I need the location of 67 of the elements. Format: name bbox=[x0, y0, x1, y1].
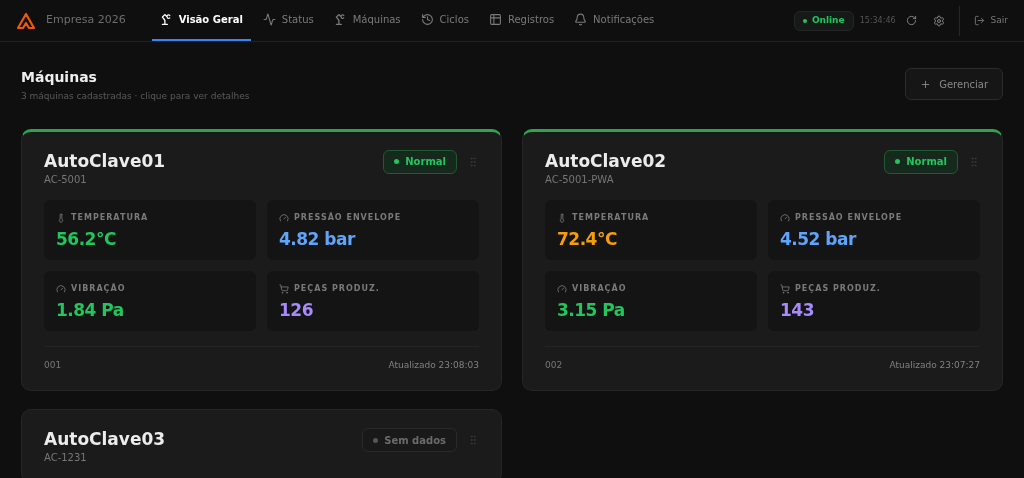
settings-icon[interactable] bbox=[932, 14, 945, 27]
metric-label: TEMPERATURA bbox=[71, 211, 149, 224]
manage-button[interactable]: Gerenciar bbox=[905, 68, 1003, 100]
machine-name: AutoClave02 bbox=[545, 149, 667, 172]
robot-arm-icon bbox=[333, 13, 347, 26]
machine-code: AC-1231 bbox=[44, 452, 88, 464]
bell-icon bbox=[574, 13, 588, 26]
brand-name: Empresa 2026 bbox=[46, 12, 126, 29]
metric-value: 3.15 Pa bbox=[557, 298, 626, 322]
table-icon bbox=[488, 13, 502, 26]
drag-handle-icon[interactable] bbox=[968, 155, 980, 168]
gauge-icon bbox=[557, 283, 567, 294]
drag-handle-icon[interactable] bbox=[467, 434, 479, 446]
machine-card[interactable]: AutoClave03 AC-1231 Sem dados bbox=[21, 409, 502, 478]
metric-label: PEÇAS PRODUZ. bbox=[795, 282, 881, 295]
nav-tab[interactable]: Registros bbox=[480, 0, 563, 41]
metric-value: 143 bbox=[780, 298, 815, 322]
logout-button[interactable]: Sair bbox=[973, 13, 1008, 28]
metric-label: VIBRAÇÃO bbox=[71, 282, 126, 295]
drag-handle-icon[interactable] bbox=[467, 155, 479, 168]
logout-icon bbox=[973, 15, 985, 26]
metric-value: 4.82 bar bbox=[279, 227, 357, 251]
cart-icon bbox=[279, 283, 289, 294]
machine-code: AC-5001-PWA bbox=[545, 173, 615, 186]
metric-label: PEÇAS PRODUZ. bbox=[294, 282, 380, 295]
machine-name: AutoClave03 bbox=[44, 428, 166, 450]
nav-tab[interactable]: Status bbox=[254, 0, 322, 41]
status-badge: Sem dados bbox=[362, 428, 457, 452]
metric-value: 72.4°C bbox=[557, 227, 618, 251]
status-badge: Normal bbox=[884, 149, 958, 174]
machine-name: AutoClave01 bbox=[44, 149, 166, 172]
cart-icon bbox=[780, 283, 790, 294]
page-title: Máquinas bbox=[21, 68, 98, 86]
updated-time: Atualizado 23:08:03 bbox=[388, 358, 479, 372]
nav-tab[interactable]: Ciclos bbox=[412, 0, 477, 41]
nav-tab[interactable]: Máquinas bbox=[325, 0, 409, 41]
nav-tab[interactable]: Visão Geral bbox=[151, 0, 251, 41]
metric-value: 4.52 bar bbox=[780, 227, 858, 251]
thermometer-icon bbox=[56, 212, 66, 223]
gauge-icon bbox=[780, 212, 790, 223]
connection-badge: Online bbox=[793, 10, 854, 31]
metric-value: 1.84 Pa bbox=[56, 298, 125, 322]
metric-value: 126 bbox=[279, 298, 314, 322]
robot-arm-icon bbox=[159, 13, 173, 26]
metric-label: PRESSÃO ENVELOPE bbox=[294, 211, 402, 224]
plus-icon bbox=[920, 78, 932, 90]
refresh-icon[interactable] bbox=[905, 15, 917, 26]
machine-id: 001 bbox=[44, 358, 62, 372]
pulse-icon bbox=[262, 13, 276, 26]
page-subtitle: 3 máquinas cadastradas · clique para ver detalhes bbox=[21, 90, 250, 103]
machine-card[interactable]: AutoClave01 AC-5001 Normal TEMPERATURA 56.2°C PRESSÃO ENVELOPE 4.82 bar VIBRAÇÃO 1.84 Pa PEÇAS PRODUZ. 126 001 Atualizado 23:08:03 bbox=[21, 128, 502, 391]
metric-label: PRESSÃO ENVELOPE bbox=[795, 211, 903, 224]
machine-id: 002 bbox=[545, 358, 563, 372]
history-icon bbox=[420, 13, 434, 26]
updated-time: Atualizado 23:07:27 bbox=[889, 358, 980, 372]
status-badge: Normal bbox=[383, 149, 457, 174]
gauge-icon bbox=[56, 283, 66, 294]
thermometer-icon bbox=[557, 212, 567, 223]
metric-label: VIBRAÇÃO bbox=[572, 282, 627, 295]
metric-value: 56.2°C bbox=[56, 227, 117, 251]
logo-icon bbox=[16, 11, 36, 30]
nav-tab[interactable]: Notificações bbox=[566, 0, 663, 41]
machine-code: AC-5001 bbox=[44, 173, 88, 186]
gauge-icon bbox=[279, 212, 289, 223]
clock-time: 15:34:46 bbox=[859, 14, 896, 27]
machine-card[interactable]: AutoClave02 AC-5001-PWA Normal TEMPERATURA 72.4°C PRESSÃO ENVELOPE 4.52 bar VIBRAÇÃO 3.15 Pa PEÇAS PRODUZ. 143 002 Atualizado 23:07:27 bbox=[522, 128, 1003, 391]
metric-label: TEMPERATURA bbox=[572, 211, 650, 224]
